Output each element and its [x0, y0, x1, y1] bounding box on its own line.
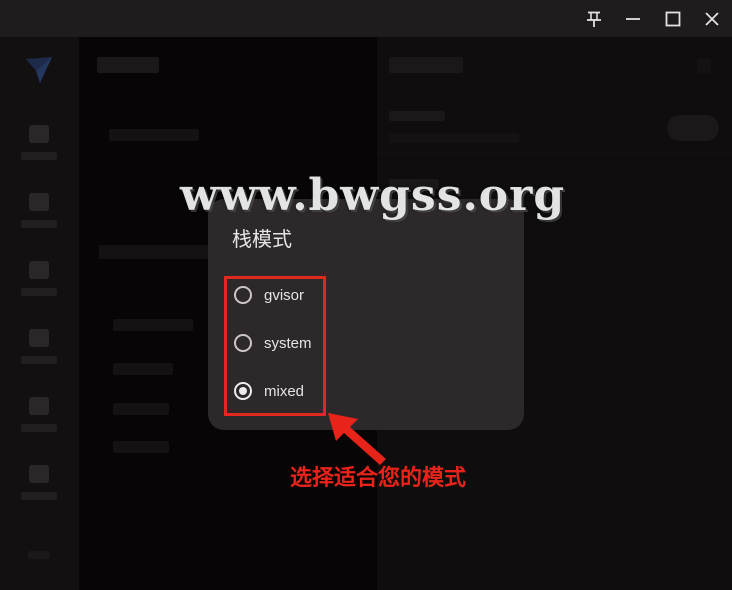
- setting-toggle[interactable]: [667, 115, 719, 141]
- pin-button[interactable]: [574, 0, 614, 37]
- settings-title: [389, 57, 463, 73]
- list-row[interactable]: [99, 245, 209, 259]
- list-row[interactable]: [109, 129, 199, 141]
- radio-option-mixed[interactable]: mixed: [234, 376, 344, 406]
- close-icon: [705, 11, 719, 26]
- stack-mode-dialog: 栈模式 gvisor system mixed: [208, 199, 524, 430]
- nav-item-dashboard[interactable]: [17, 125, 61, 175]
- setting-label: [389, 111, 445, 121]
- nav-proxies-icon: [29, 193, 49, 211]
- minimize-button[interactable]: [613, 0, 653, 37]
- minimize-icon: [626, 17, 640, 20]
- radio-unchecked-icon[interactable]: [234, 286, 252, 304]
- settings-close-icon[interactable]: [697, 59, 711, 73]
- nav-item-profiles[interactable]: [17, 261, 61, 311]
- maximize-icon: [665, 11, 681, 26]
- radio-unchecked-icon[interactable]: [234, 334, 252, 352]
- dialog-title: 栈模式: [232, 227, 292, 251]
- nav-requests-icon: [29, 329, 49, 347]
- nav-connections-icon: [29, 397, 49, 415]
- list-row[interactable]: [113, 441, 169, 453]
- list-row[interactable]: [113, 403, 169, 415]
- setting-label: [389, 179, 439, 189]
- radio-option-system[interactable]: system: [234, 328, 344, 358]
- nav-item-proxies[interactable]: [17, 193, 61, 243]
- pin-icon: [587, 11, 601, 27]
- nav-footer-text: [28, 551, 50, 559]
- list-row[interactable]: [113, 363, 173, 375]
- nav-item-requests[interactable]: [17, 329, 61, 379]
- nav-dashboard-icon: [29, 125, 49, 143]
- maximize-button[interactable]: [653, 0, 693, 37]
- pane-title: [97, 57, 159, 73]
- annotation-caption: 选择适合您的模式: [290, 465, 467, 491]
- app-logo-icon: [26, 57, 52, 83]
- nav-tools-icon: [29, 465, 49, 483]
- annotation-arrow-icon: [328, 413, 386, 465]
- title-bar: [0, 0, 732, 37]
- close-button[interactable]: [692, 0, 732, 37]
- nav-profiles-icon: [29, 261, 49, 279]
- divider: [377, 153, 732, 154]
- radio-option-gvisor[interactable]: gvisor: [234, 280, 344, 310]
- nav-item-connections[interactable]: [17, 397, 61, 447]
- navigation-rail: [0, 37, 79, 590]
- nav-item-tools[interactable]: [17, 465, 61, 515]
- radio-label: gvisor: [264, 286, 305, 304]
- app-window: 栈模式 gvisor system mixed 选择适合您的模式 www.bwg…: [0, 0, 732, 590]
- list-row[interactable]: [113, 319, 193, 331]
- radio-label: system: [264, 334, 312, 352]
- radio-checked-icon[interactable]: [234, 382, 252, 400]
- radio-label: mixed: [264, 382, 305, 400]
- setting-description: [389, 133, 519, 143]
